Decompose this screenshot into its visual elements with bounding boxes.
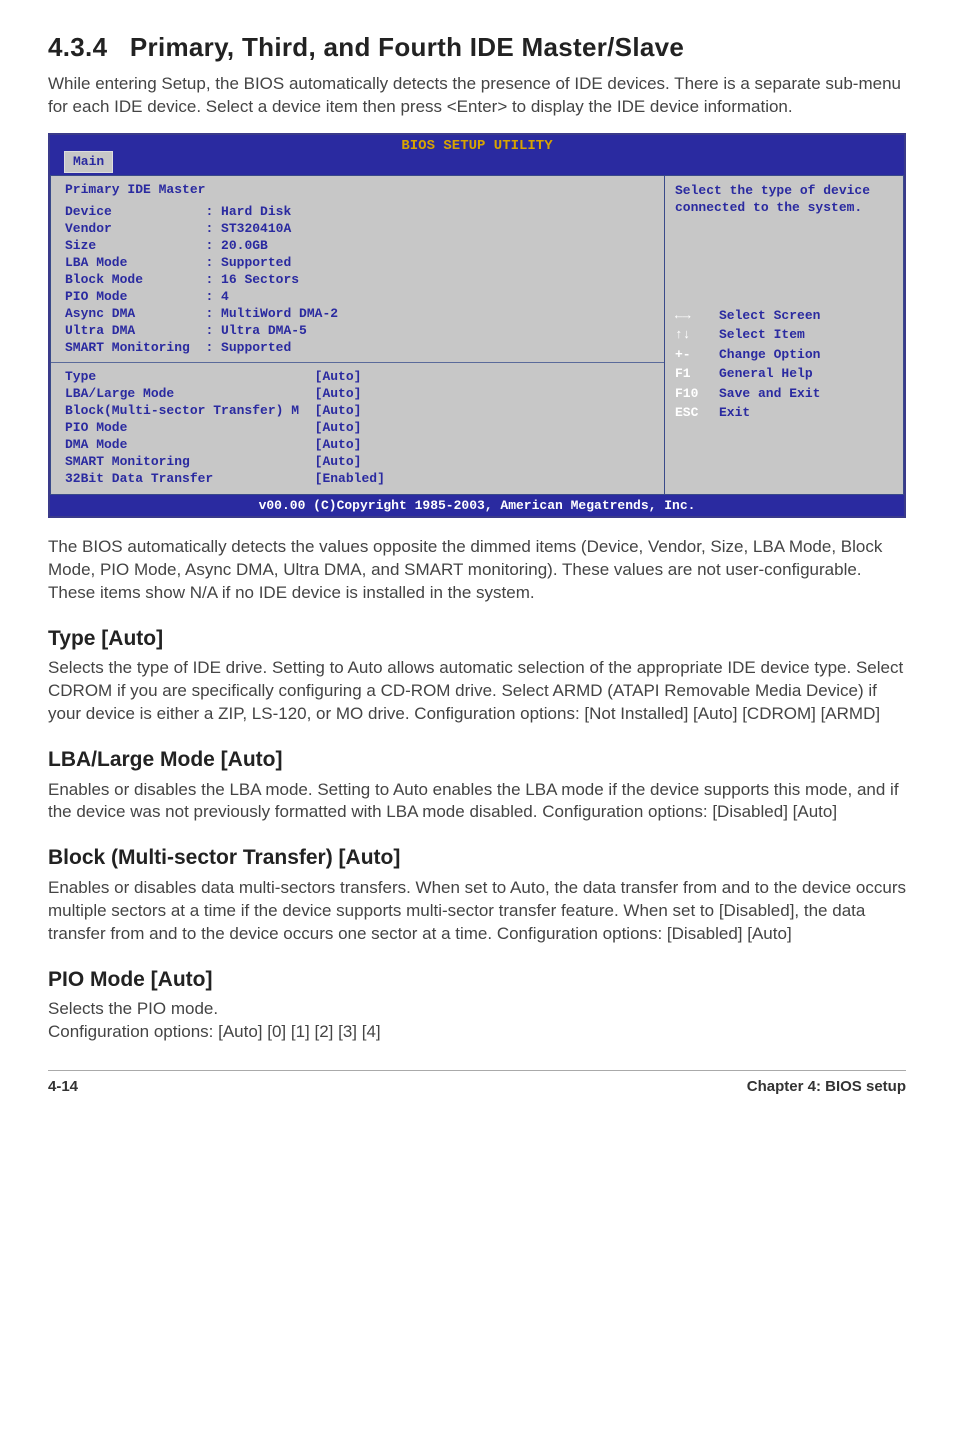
bios-screenshot: BIOS SETUP UTILITY Main Primary IDE Mast… [48, 133, 906, 518]
sub-heading-pio: PIO Mode [Auto] [48, 966, 906, 994]
bios-info-row: Device : Hard Disk [65, 204, 650, 221]
intro-paragraph: While entering Setup, the BIOS automatic… [48, 73, 906, 119]
bios-help-row: F1General Help [675, 365, 893, 383]
page-footer: 4-14 Chapter 4: BIOS setup [48, 1070, 906, 1097]
sub-heading-block: Block (Multi-sector Transfer) [Auto] [48, 844, 906, 872]
bios-right-pane: Select the type of device connected to t… [664, 175, 904, 495]
bios-info-row: Async DMA : MultiWord DMA-2 [65, 306, 650, 323]
pio-body1: Selects the PIO mode. [48, 998, 906, 1021]
sub-heading-type: Type [Auto] [48, 625, 906, 653]
lba-body: Enables or disables the LBA mode. Settin… [48, 779, 906, 825]
bios-setting-row: LBA/Large Mode [Auto] [65, 386, 650, 403]
type-body: Selects the type of IDE drive. Setting t… [48, 657, 906, 726]
page-number: 4-14 [48, 1077, 78, 1097]
bios-info-row: Vendor : ST320410A [65, 221, 650, 238]
page-footer-title: Chapter 4: BIOS setup [747, 1077, 906, 1097]
bios-setting-row: Block(Multi-sector Transfer) M [Auto] [65, 403, 650, 420]
bios-info-row: Size : 20.0GB [65, 238, 650, 255]
bios-setting-row: PIO Mode [Auto] [65, 420, 650, 437]
bios-body: Primary IDE Master Device : Hard Disk Ve… [50, 175, 904, 495]
bios-help-text: Select the type of device connected to t… [675, 182, 893, 217]
bios-panel-title: Primary IDE Master [65, 182, 650, 199]
section-heading: 4.3.4 Primary, Third, and Fourth IDE Mas… [48, 30, 906, 65]
bios-help-row: ↑↓Select Item [675, 326, 893, 344]
bios-help-row: ESCExit [675, 404, 893, 422]
bios-help-row: +-Change Option [675, 346, 893, 364]
bios-settings-panel: Type [Auto] LBA/Large Mode [Auto] Block(… [51, 363, 664, 493]
pio-body2: Configuration options: [Auto] [0] [1] [2… [48, 1021, 906, 1044]
bios-setting-row: 32Bit Data Transfer [Enabled] [65, 471, 650, 488]
bios-header-title: BIOS SETUP UTILITY [401, 137, 552, 156]
bios-info-row: LBA Mode : Supported [65, 255, 650, 272]
bios-footer: v00.00 (C)Copyright 1985-2003, American … [50, 495, 904, 517]
bios-setting-row: SMART Monitoring [Auto] [65, 454, 650, 471]
bios-info-row: Block Mode : 16 Sectors [65, 272, 650, 289]
sub-heading-lba: LBA/Large Mode [Auto] [48, 746, 906, 774]
bios-tab-main: Main [64, 151, 113, 173]
bios-topbar: BIOS SETUP UTILITY Main [50, 135, 904, 175]
bios-info-row: SMART Monitoring : Supported [65, 340, 650, 357]
bios-info-panel: Primary IDE Master Device : Hard Disk Ve… [51, 176, 664, 364]
bios-left-pane: Primary IDE Master Device : Hard Disk Ve… [50, 175, 664, 495]
bios-info-row: PIO Mode : 4 [65, 289, 650, 306]
bios-help-row: ←→Select Screen [675, 307, 893, 325]
block-body: Enables or disables data multi-sectors t… [48, 877, 906, 946]
bios-setting-row: Type [Auto] [65, 369, 650, 386]
post-bios-paragraph: The BIOS automatically detects the value… [48, 536, 906, 605]
section-number: 4.3.4 [48, 32, 107, 62]
bios-setting-row: DMA Mode [Auto] [65, 437, 650, 454]
section-title: Primary, Third, and Fourth IDE Master/Sl… [130, 32, 684, 62]
bios-info-row: Ultra DMA : Ultra DMA-5 [65, 323, 650, 340]
bios-help-row: F10Save and Exit [675, 385, 893, 403]
